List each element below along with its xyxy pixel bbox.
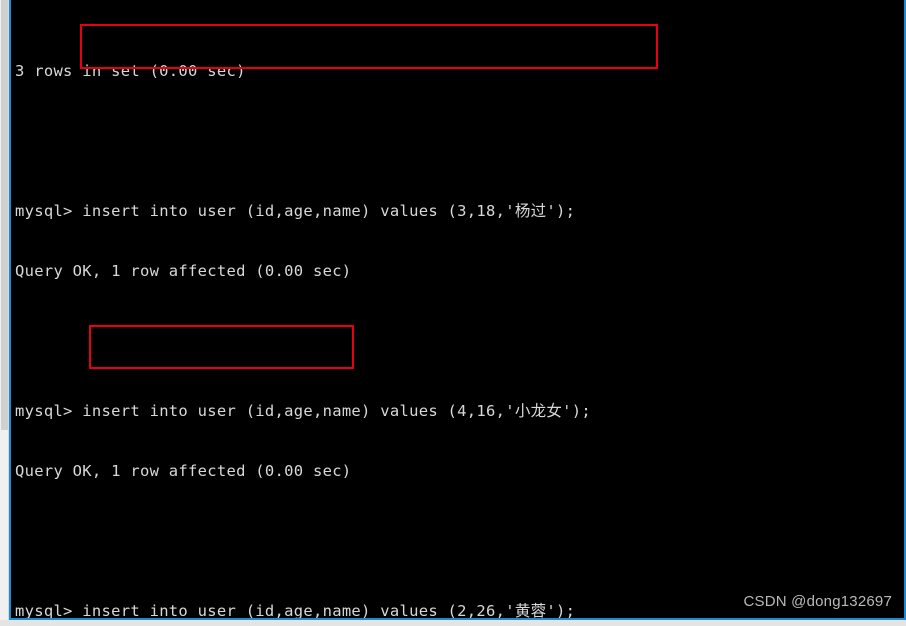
scrollbar-thumb[interactable]: [1, 0, 8, 430]
terminal-line-output: Query OK, 1 row affected (0.00 sec): [15, 462, 352, 480]
command-text: insert into user (id,age,name) values (2…: [82, 602, 576, 620]
command-text: insert into user (id,age,name) values (4…: [82, 402, 592, 420]
prompt: mysql>: [15, 202, 83, 220]
prompt: mysql>: [15, 602, 83, 620]
terminal-line-output: Query OK, 1 row affected (0.00 sec): [15, 262, 352, 280]
terminal-console[interactable]: 3 rows in set (0.00 sec) mysql> insert i…: [11, 0, 904, 618]
command-text: insert into user (id,age,name) values (3…: [82, 202, 576, 220]
window-bottom-edge: [0, 620, 906, 626]
prompt: mysql>: [15, 402, 83, 420]
terminal-line-command: mysql> insert into user (id,age,name) va…: [15, 201, 904, 221]
terminal-window: 3 rows in set (0.00 sec) mysql> insert i…: [0, 0, 906, 626]
terminal-frame: 3 rows in set (0.00 sec) mysql> insert i…: [9, 0, 906, 620]
vertical-scrollbar[interactable]: [0, 0, 9, 626]
terminal-line-output: 3 rows in set (0.00 sec): [15, 62, 246, 80]
watermark-label: CSDN @dong132697: [743, 593, 892, 610]
terminal-line-command: mysql> insert into user (id,age,name) va…: [15, 401, 904, 421]
